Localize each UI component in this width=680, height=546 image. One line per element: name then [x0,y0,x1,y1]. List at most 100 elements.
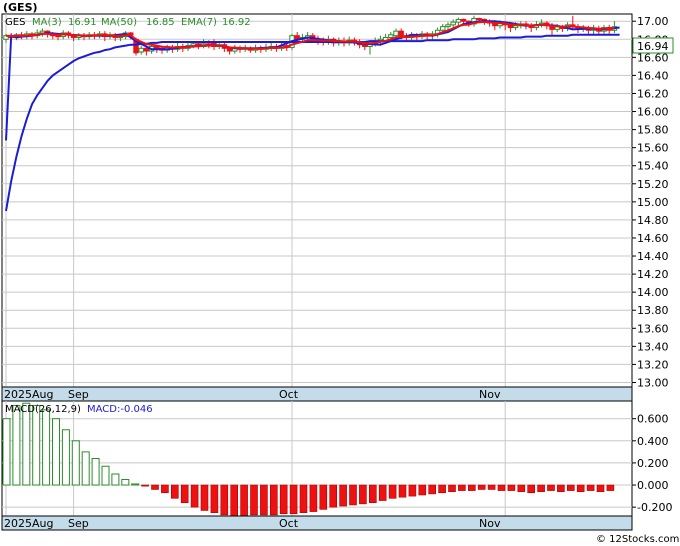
macd-bar [190,484,199,508]
legend-ma3-label: MA(3) [32,17,62,28]
macd-bar [576,484,585,492]
price-date-axis: 2025Aug Sep Oct Nov [1,386,633,402]
date-label-aug: 2025Aug [4,388,53,401]
macd-bar [2,418,11,486]
macd-bar [180,484,189,504]
legend-ema7-label: EMA(7) [181,17,217,28]
candle-body [450,21,456,26]
macd-y-axis: 0.600 0.400 0.200 0.000 -0.200 [632,413,672,514]
macd-bar [91,458,100,486]
macd-bar [240,484,248,517]
macd-date-label-nov: Nov [479,517,501,530]
macd-bar [547,484,555,491]
macd-bar [398,484,407,498]
candle-body [440,26,446,31]
macd-bar [586,484,595,491]
macd-panel: 0.600 0.400 0.200 0.000 -0.200 MACD(26,12,9)… [1,400,672,517]
price-tick-label-8: 14.60 [637,232,669,245]
macd-bar [329,484,338,508]
macd-tick-label-3: 0.000 [637,479,669,492]
macd-bar [487,484,496,490]
macd-bar [458,484,466,491]
macd-bar [339,484,347,507]
date-label-oct: Oct [279,388,299,401]
price-tick-label-6: 14.20 [637,268,669,281]
macd-legend-value: MACD:-0.046 [87,404,153,415]
macd-bar [111,473,120,486]
legend-ma50-label: MA(50) [101,17,137,28]
macd-bar [408,484,417,497]
candle-body [398,30,404,37]
macd-bar [537,484,545,492]
macd-bar [22,402,31,486]
macd-tick-label-4: -0.200 [637,501,672,514]
macd-bar [260,484,268,516]
candle-body [512,25,519,29]
macd-bar [388,484,397,499]
candle-body [226,47,233,52]
macd-bar [378,484,387,501]
price-tick-label-11: 15.20 [637,178,669,191]
macd-bar [606,484,615,491]
macd-bar [507,484,516,491]
price-tick-label-14: 15.80 [637,124,669,137]
legend-ticker: GES [5,17,25,28]
macd-bar [467,484,476,491]
price-tick-label-12: 15.40 [637,160,669,173]
candle-body [143,47,150,52]
legend-ma3-value: 16.91 [68,17,97,28]
price-tick-label-9: 14.80 [637,214,669,227]
macd-bar [269,484,278,516]
macd-bar [171,484,179,499]
legend-ma50-value: 16.85 [146,17,175,28]
watermark: © 12Stocks.com [596,534,679,545]
candle-body [476,18,482,21]
macd-tick-label-2: 0.200 [637,457,669,470]
last-price-tag: 16.94 [632,37,674,54]
macd-bar [32,404,41,486]
price-tick-label-16: 16.20 [637,87,669,100]
candle-body [138,47,144,53]
macd-bar [81,451,90,486]
macd-bar [210,484,219,513]
price-tick-label-5: 14.00 [637,286,669,299]
candle-body [393,30,399,37]
price-tick-label-1: 13.20 [637,358,669,371]
macd-bar [250,484,258,516]
price-tick-label-17: 16.40 [637,69,669,82]
candle-body [362,44,368,48]
macd-bar [200,484,209,511]
macd-bar [151,484,159,490]
macd-bar [438,484,446,494]
macd-date-axis: 2025Aug Sep Oct Nov [1,515,633,531]
macd-date-label-oct: Oct [279,517,299,530]
candle-body [455,18,462,23]
macd-bar [121,479,130,486]
macd-bar [527,484,536,494]
macd-tick-label-1: 0.400 [637,435,669,448]
macd-bar [596,484,605,492]
macd-date-label-aug: 2025Aug [4,517,53,530]
macd-bar [309,484,318,512]
macd-bar [71,440,80,486]
stock-chart: (GES) 13.00 13.20 13.40 13.60 13.80 14.00 14.2… [1,1,679,545]
macd-bar [289,484,298,515]
macd-bar [566,484,575,491]
macd-bar [368,484,377,504]
legend-ema7-value: 16.92 [222,17,251,28]
macd-bar [230,484,238,517]
price-tick-label-2: 13.40 [637,340,669,353]
price-legend: GES MA(3) 16.91 MA(50) 16.85 EMA(7) 16.9… [5,17,251,28]
macd-legend-name: MACD(26,12,9) [5,404,81,415]
last-price-label: 16.94 [637,40,669,53]
price-tick-label-7: 14.40 [637,250,669,263]
macd-bar [12,404,21,486]
macd-bar [299,484,308,513]
macd-bar [42,409,51,486]
chart-title: (GES) [3,1,38,14]
macd-bar [61,429,70,486]
date-label-nov: Nov [479,388,501,401]
price-tick-label-13: 15.60 [637,142,669,155]
price-tick-label-10: 15.00 [637,196,669,209]
candle-body [388,34,394,38]
